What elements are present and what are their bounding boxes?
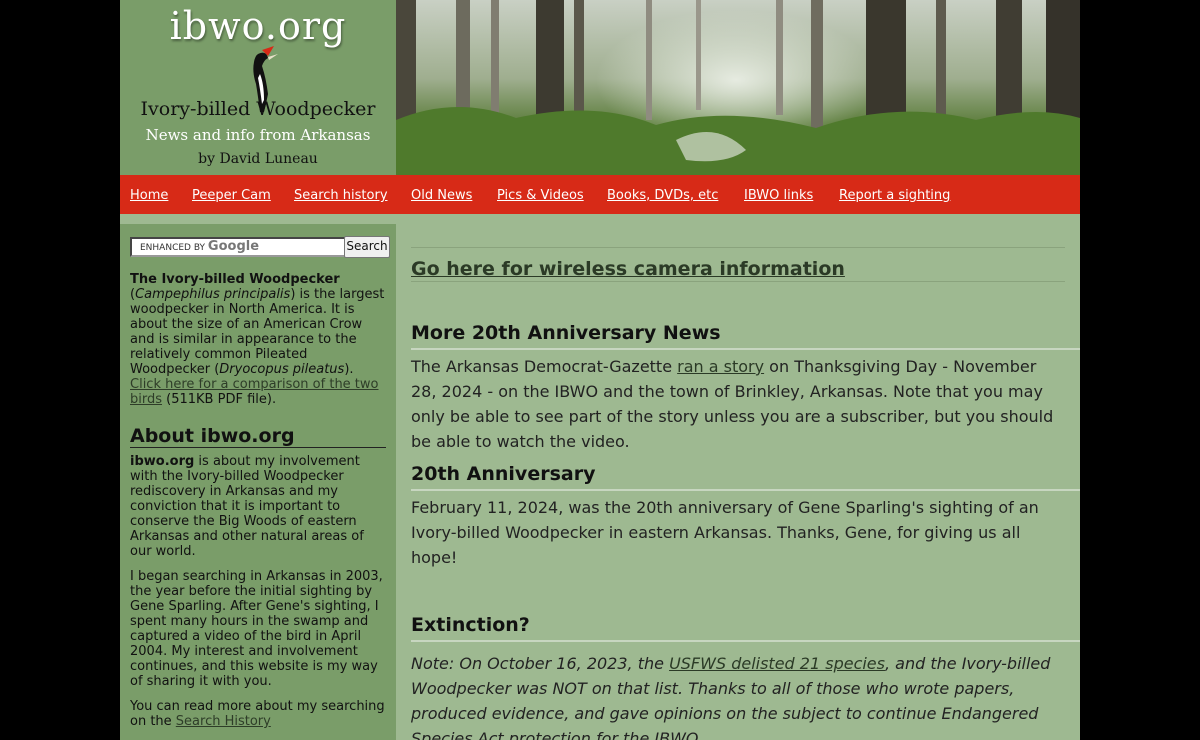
section-title-anniversary-news: More 20th Anniversary News — [411, 321, 1080, 350]
page: ibwo.org Ivory-billed Woodpecker News an… — [120, 0, 1080, 740]
divider — [411, 247, 1065, 248]
bird-name: Ivory-billed Woodpecker — [140, 98, 376, 120]
forest-banner-image — [396, 0, 1080, 175]
search-history-link[interactable]: Search History — [176, 714, 271, 729]
sci-name-2: Dryocopus pileatus — [219, 362, 345, 377]
sidebar: ENHANCED BY Google Search The Ivory-bill… — [120, 224, 396, 740]
google-logo: Google — [207, 239, 260, 254]
camera-info-link[interactable]: Go here for wireless camera information — [411, 258, 845, 280]
tagline: News and info from Arkansas — [145, 126, 371, 144]
section-body-anniversary-news: The Arkansas Democrat-Gazette ran a stor… — [411, 357, 1054, 451]
sci-name: Campephilus principalis — [135, 287, 291, 302]
intro-bold: The Ivory-billed Woodpecker — [130, 272, 340, 287]
search-form: ENHANCED BY Google Search — [130, 236, 390, 258]
search-input[interactable]: ENHANCED BY Google — [130, 237, 346, 257]
about-paragraph-3: You can read more about my searching on … — [130, 699, 385, 729]
divider — [411, 281, 1065, 282]
byline: by David Luneau — [198, 151, 318, 167]
nav-ibwo-links[interactable]: IBWO links — [744, 188, 813, 203]
section-body-20th-anniversary: February 11, 2024, was the 20th annivers… — [411, 498, 1039, 567]
camera-info: Go here for wireless camera information — [411, 257, 1065, 282]
nav-books-dvds[interactable]: Books, DVDs, etc — [607, 188, 718, 203]
nav-search-history[interactable]: Search history — [294, 188, 388, 203]
main-content: Go here for wireless camera information … — [411, 224, 1080, 740]
search-button[interactable]: Search — [344, 236, 390, 258]
usfws-delisted-link[interactable]: USFWS delisted 21 species — [669, 654, 885, 673]
about-paragraph-1: ibwo.org is about my involvement with th… — [130, 454, 364, 559]
ran-a-story-link[interactable]: ran a story — [677, 357, 764, 376]
nav-pics-videos[interactable]: Pics & Videos — [497, 188, 584, 203]
intro-paragraph: The Ivory-billed Woodpecker (Campephilus… — [130, 272, 385, 407]
site-title: ibwo.org — [169, 4, 347, 48]
nav-home[interactable]: Home — [130, 188, 168, 203]
nav-report-sighting[interactable]: Report a sighting — [839, 188, 950, 203]
section-title-20th-anniversary: 20th Anniversary — [411, 462, 1080, 491]
about-paragraph-2: I began searching in Arkansas in 2003, t… — [130, 569, 383, 689]
nav-old-news[interactable]: Old News — [411, 188, 472, 203]
section-body-extinction: Note: On October 16, 2023, the USFWS del… — [411, 654, 1051, 740]
section-title-extinction: Extinction? — [411, 613, 1080, 642]
about-heading: About ibwo.org — [130, 427, 386, 448]
site-logo[interactable]: ibwo.org Ivory-billed Woodpecker News an… — [120, 0, 396, 175]
search-placeholder-prefix: ENHANCED BY — [140, 243, 206, 253]
nav-peeper-cam[interactable]: Peeper Cam — [192, 188, 271, 203]
main-nav: Home Peeper Cam Search history Old News … — [120, 175, 1080, 214]
